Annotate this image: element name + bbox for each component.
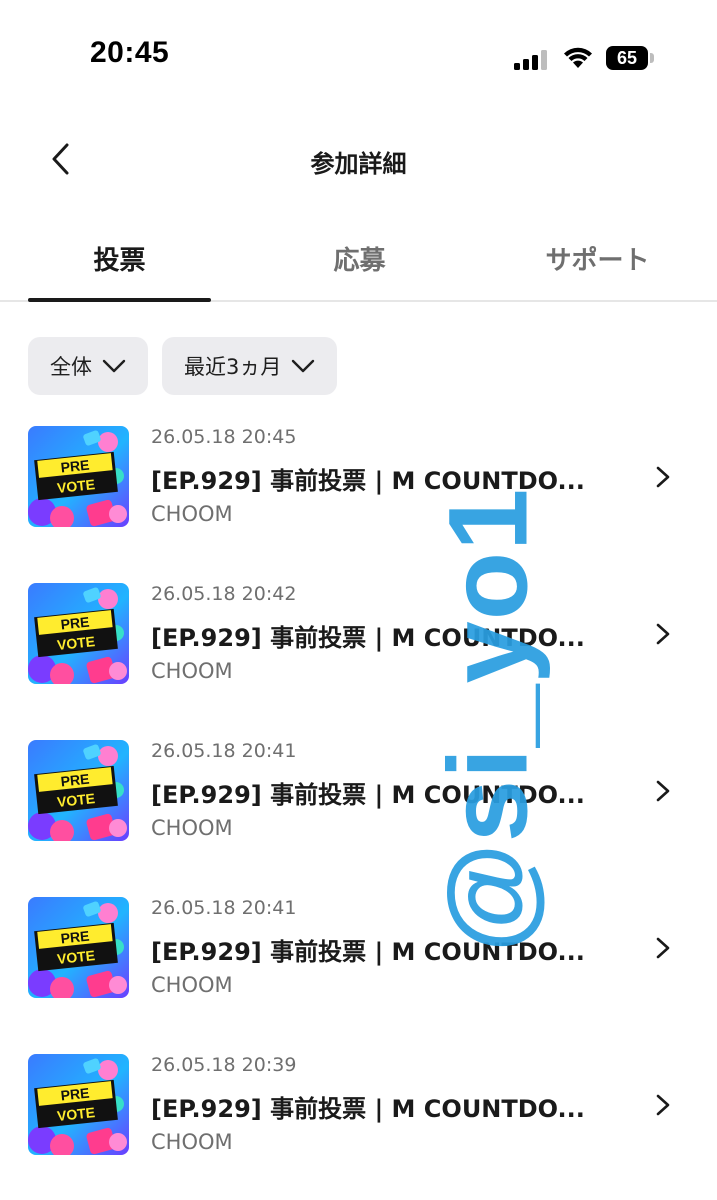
- chevron-right-icon: [656, 937, 670, 959]
- chevron-right-icon: [656, 623, 670, 645]
- thumbnail-pre-text: PRE: [60, 1085, 90, 1104]
- item-date: 26.05.18 20:45: [151, 426, 297, 448]
- participation-details-screen: 20:45 65 参加詳細 投票 応募 サポート 全体 最近3ヵ月 PRE VO…: [0, 0, 717, 1200]
- pre-vote-thumbnail: PRE VOTE: [28, 897, 129, 998]
- list-item[interactable]: PRE VOTE 26.05.18 20:39 [EP.929] 事前投票 | …: [0, 1046, 717, 1200]
- thumbnail-pre-text: PRE: [60, 771, 90, 790]
- thumbnail-pre-text: PRE: [60, 457, 90, 476]
- item-date: 26.05.18 20:39: [151, 1054, 297, 1076]
- cellular-signal-icon: [514, 50, 547, 70]
- battery-cap: [650, 53, 654, 63]
- list-item[interactable]: PRE VOTE 26.05.18 20:41 [EP.929] 事前投票 | …: [0, 889, 717, 1046]
- item-artist: CHOOM: [151, 659, 233, 683]
- active-tab-indicator: [28, 298, 211, 302]
- list-item[interactable]: PRE VOTE 26.05.18 20:41 [EP.929] 事前投票 | …: [0, 732, 717, 889]
- status-time: 20:45: [90, 36, 170, 69]
- list-item[interactable]: PRE VOTE 26.05.18 20:42 [EP.929] 事前投票 | …: [0, 575, 717, 732]
- wifi-icon: [564, 47, 592, 68]
- item-date: 26.05.18 20:41: [151, 897, 297, 919]
- chevron-down-icon: [292, 359, 315, 373]
- item-date: 26.05.18 20:41: [151, 740, 297, 762]
- item-title: [EP.929] 事前投票 | M COUNTDO...: [151, 781, 585, 809]
- chevron-down-icon: [102, 359, 126, 373]
- chevron-right-icon: [656, 466, 670, 488]
- tab-support[interactable]: サポート: [506, 240, 689, 280]
- header: 参加詳細: [0, 120, 717, 200]
- item-title: [EP.929] 事前投票 | M COUNTDO...: [151, 467, 585, 495]
- battery-icon: 65: [606, 46, 648, 70]
- filter-bar: 全体 最近3ヵ月: [28, 337, 338, 395]
- chevron-right-icon: [656, 780, 670, 802]
- list-item[interactable]: PRE VOTE 26.05.18 20:45 [EP.929] 事前投票 | …: [0, 418, 717, 575]
- filter-category-label: 全体: [50, 355, 92, 379]
- item-title: [EP.929] 事前投票 | M COUNTDO...: [151, 1095, 585, 1123]
- tab-bar: 投票 応募 サポート: [0, 222, 717, 302]
- vote-history-list: PRE VOTE 26.05.18 20:45 [EP.929] 事前投票 | …: [0, 418, 717, 1200]
- filter-period-dropdown[interactable]: 最近3ヵ月: [162, 337, 338, 395]
- page-title: 参加詳細: [310, 150, 407, 178]
- filter-category-dropdown[interactable]: 全体: [28, 337, 148, 395]
- tab-apply[interactable]: 応募: [268, 240, 451, 280]
- item-title: [EP.929] 事前投票 | M COUNTDO...: [151, 624, 585, 652]
- item-title: [EP.929] 事前投票 | M COUNTDO...: [151, 938, 585, 966]
- status-bar: 20:45 65: [0, 0, 717, 110]
- item-artist: CHOOM: [151, 1130, 233, 1154]
- pre-vote-thumbnail: PRE VOTE: [28, 1054, 129, 1155]
- item-artist: CHOOM: [151, 973, 233, 997]
- pre-vote-thumbnail: PRE VOTE: [28, 426, 129, 527]
- chevron-right-icon: [656, 1094, 670, 1116]
- item-artist: CHOOM: [151, 816, 233, 840]
- item-date: 26.05.18 20:42: [151, 583, 297, 605]
- pre-vote-thumbnail: PRE VOTE: [28, 740, 129, 841]
- thumbnail-pre-text: PRE: [60, 614, 90, 633]
- thumbnail-pre-text: PRE: [60, 928, 90, 947]
- pre-vote-thumbnail: PRE VOTE: [28, 583, 129, 684]
- item-artist: CHOOM: [151, 502, 233, 526]
- filter-period-label: 最近3ヵ月: [184, 355, 282, 379]
- tab-vote[interactable]: 投票: [28, 240, 211, 280]
